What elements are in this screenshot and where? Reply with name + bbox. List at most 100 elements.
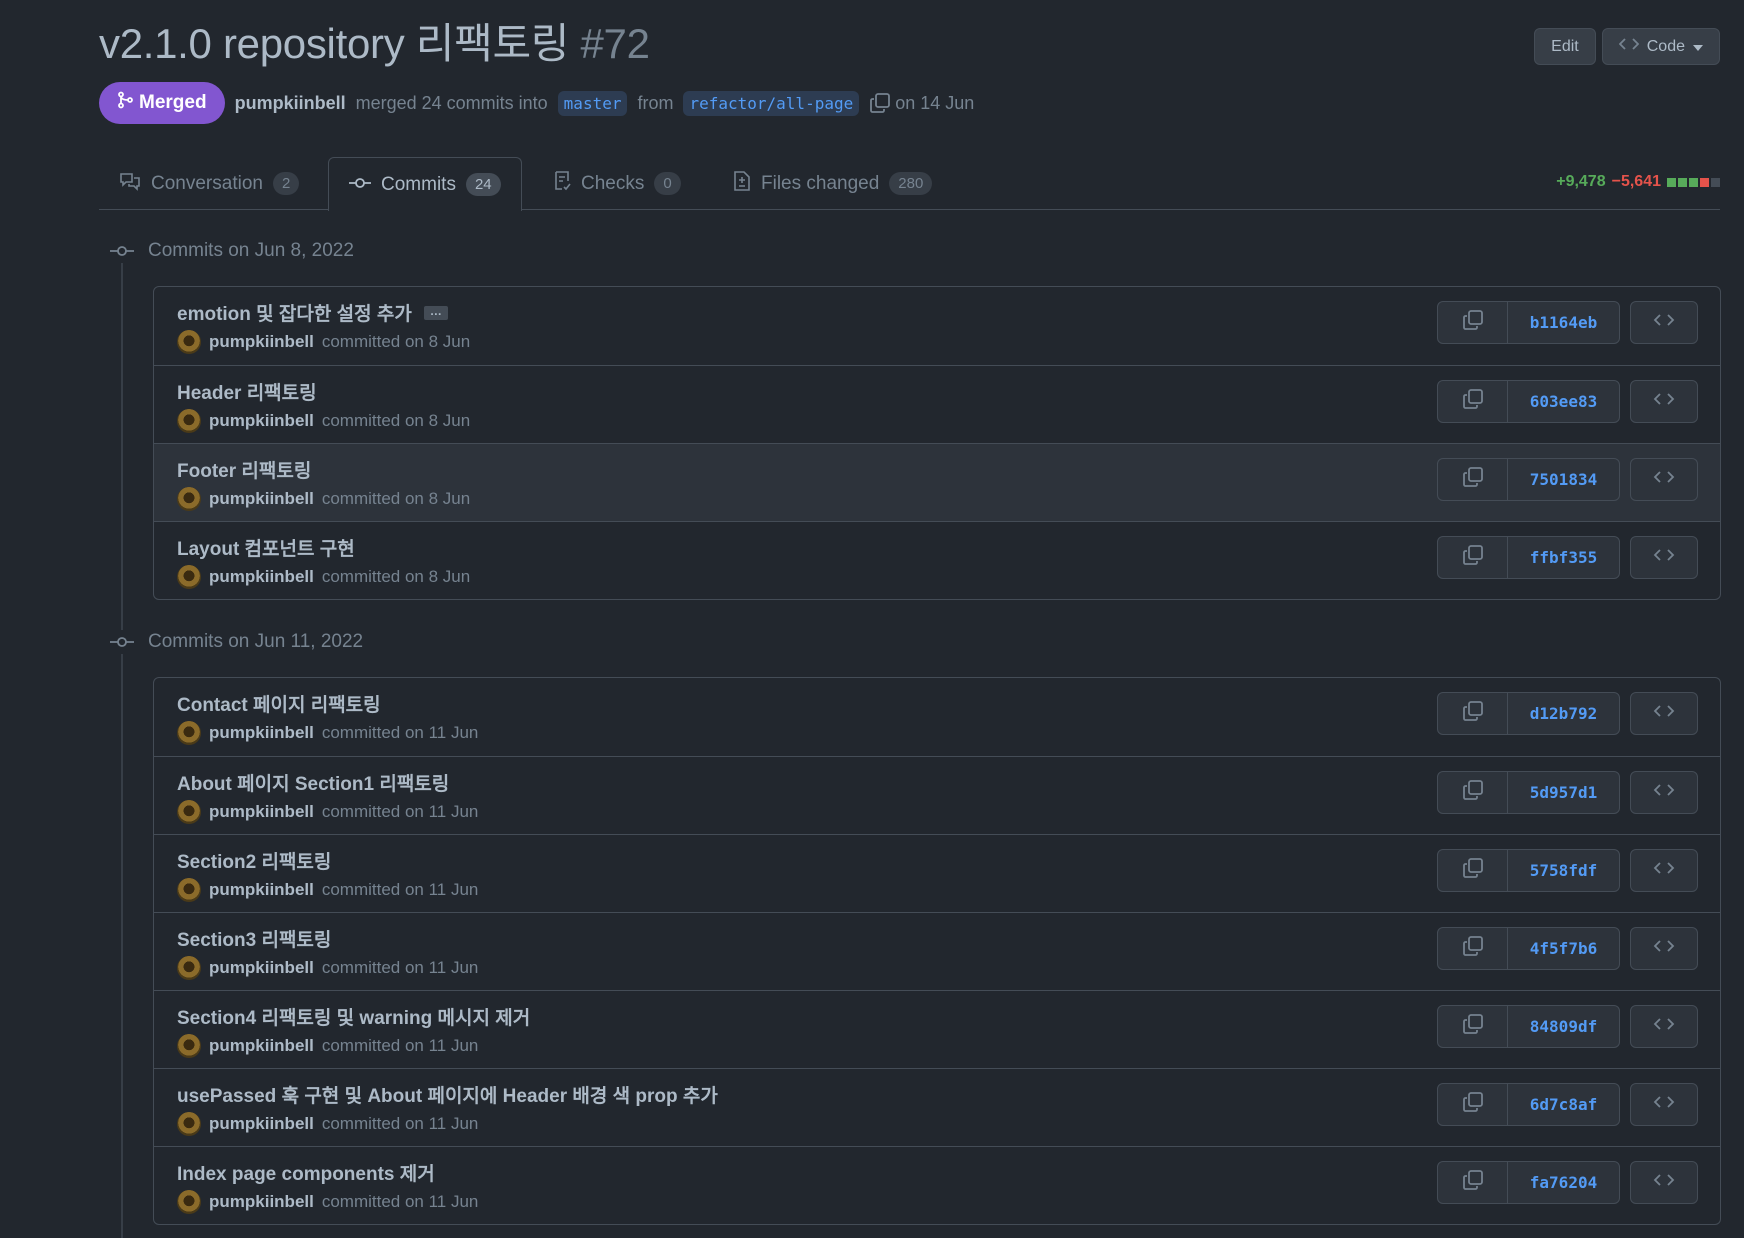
copy-branch-icon[interactable] <box>869 92 891 114</box>
commit-sha-link[interactable]: 4f5f7b6 <box>1508 928 1619 969</box>
copy-sha-button[interactable] <box>1438 928 1508 969</box>
tab-conversation-count: 2 <box>272 172 300 195</box>
commit-message-link[interactable]: Section3 리팩토링 <box>177 925 331 952</box>
browse-repo-button[interactable] <box>1630 849 1698 892</box>
commit-message: Layout 컴포넌트 구현 <box>177 534 355 561</box>
copy-icon <box>1462 544 1484 571</box>
commit-sha-link[interactable]: 6d7c8af <box>1508 1084 1619 1125</box>
commit-message-link[interactable]: Footer 리팩토링 <box>177 456 311 483</box>
commit-sha-link[interactable]: 84809df <box>1508 1006 1619 1047</box>
commit-message-link[interactable]: About 페이지 Section1 리팩토링 <box>177 769 449 796</box>
commit-message-link[interactable]: Contact 페이지 리팩토링 <box>177 690 381 717</box>
avatar[interactable] <box>177 956 201 980</box>
commit-message-link[interactable]: usePassed 훅 구현 및 About 페이지에 Header 배경 색 … <box>177 1081 718 1108</box>
code-button[interactable]: Code <box>1601 28 1720 65</box>
copy-sha-button[interactable] <box>1438 772 1508 813</box>
copy-icon <box>1462 1091 1484 1118</box>
avatar[interactable] <box>177 1112 201 1136</box>
tab-commits[interactable]: Commits 24 <box>328 157 522 211</box>
code-icon <box>1653 860 1675 881</box>
browse-repo-button[interactable] <box>1630 1005 1698 1048</box>
commit-sha-link[interactable]: fa76204 <box>1508 1162 1619 1203</box>
commit-date: committed on 11 Jun <box>321 1192 479 1211</box>
commit-actions: 5d957d1 <box>1437 771 1698 814</box>
copy-sha-button[interactable] <box>1438 302 1508 343</box>
copy-sha-button[interactable] <box>1438 537 1508 578</box>
commit-sha-link[interactable]: 5d957d1 <box>1508 772 1619 813</box>
avatar[interactable] <box>177 721 201 745</box>
code-icon <box>1653 547 1675 568</box>
browse-repo-button[interactable] <box>1630 301 1698 344</box>
commit-author[interactable]: pumpkiinbell <box>209 489 314 509</box>
commit-message-link[interactable]: Index page components 제거 <box>177 1159 435 1186</box>
code-icon <box>1653 938 1675 959</box>
tab-files-changed[interactable]: Files changed 280 <box>713 157 952 210</box>
tab-conversation[interactable]: Conversation 2 <box>99 157 319 210</box>
copy-sha-button[interactable] <box>1438 1162 1508 1203</box>
tab-checks[interactable]: Checks 0 <box>533 157 701 210</box>
commit-author[interactable]: pumpkiinbell <box>209 1036 314 1056</box>
avatar[interactable] <box>177 487 201 511</box>
commit-author[interactable]: pumpkiinbell <box>209 723 314 743</box>
pr-author[interactable]: pumpkiinbell <box>235 93 346 114</box>
browse-repo-button[interactable] <box>1630 1161 1698 1204</box>
merged-text: merged 24 commits into <box>355 92 548 113</box>
commit-sha-link[interactable]: 603ee83 <box>1508 381 1619 422</box>
commit-message-link[interactable]: Layout 컴포넌트 구현 <box>177 534 355 561</box>
commit-sha-link[interactable]: ffbf355 <box>1508 537 1619 578</box>
commit-row: Section2 리팩토링 pumpkiinbell committed on 11… <box>154 834 1720 912</box>
avatar[interactable] <box>177 878 201 902</box>
additions-count: +9,478 <box>1556 173 1606 190</box>
copy-sha-button[interactable] <box>1438 693 1508 734</box>
pr-meta: Merged pumpkiinbell merged 24 commits in… <box>99 82 974 124</box>
commit-author[interactable]: pumpkiinbell <box>209 880 314 900</box>
commit-message-link[interactable]: Section4 리팩토링 및 warning 메시지 제거 <box>177 1003 530 1030</box>
commit-author[interactable]: pumpkiinbell <box>209 332 314 352</box>
browse-repo-button[interactable] <box>1630 771 1698 814</box>
commit-sha-link[interactable]: b1164eb <box>1508 302 1619 343</box>
commit-message: Index page components 제거 <box>177 1159 435 1186</box>
copy-sha-button[interactable] <box>1438 850 1508 891</box>
base-branch[interactable]: master <box>557 90 628 116</box>
head-branch[interactable]: refactor/all-page <box>683 90 860 116</box>
browse-repo-button[interactable] <box>1630 536 1698 579</box>
sha-button-group: fa76204 <box>1437 1161 1620 1204</box>
commit-author[interactable]: pumpkiinbell <box>209 802 314 822</box>
avatar[interactable] <box>177 565 201 589</box>
commit-message-link[interactable]: Section2 리팩토링 <box>177 847 331 874</box>
code-icon <box>1653 1172 1675 1193</box>
commit-sha-link[interactable]: d12b792 <box>1508 693 1619 734</box>
copy-sha-button[interactable] <box>1438 381 1508 422</box>
commit-author[interactable]: pumpkiinbell <box>209 958 314 978</box>
avatar[interactable] <box>177 800 201 824</box>
commit-message-link[interactable]: Header 리팩토링 <box>177 378 317 405</box>
commit-message-link[interactable]: emotion 및 잡다한 설정 추가 <box>177 299 412 326</box>
copy-sha-button[interactable] <box>1438 1006 1508 1047</box>
commit-author[interactable]: pumpkiinbell <box>209 411 314 431</box>
sha-button-group: 7501834 <box>1437 458 1620 501</box>
copy-sha-button[interactable] <box>1438 1084 1508 1125</box>
commit-actions: 84809df <box>1437 1005 1698 1048</box>
browse-repo-button[interactable] <box>1630 692 1698 735</box>
browse-repo-button[interactable] <box>1630 1083 1698 1126</box>
checklist-icon <box>553 170 571 198</box>
avatar[interactable] <box>177 1034 201 1058</box>
copy-icon <box>1462 309 1484 336</box>
commit-sha-link[interactable]: 7501834 <box>1508 459 1619 500</box>
browse-repo-button[interactable] <box>1630 458 1698 501</box>
browse-repo-button[interactable] <box>1630 380 1698 423</box>
commit-date: committed on 11 Jun <box>321 880 479 899</box>
copy-sha-button[interactable] <box>1438 459 1508 500</box>
browse-repo-button[interactable] <box>1630 927 1698 970</box>
commit-author[interactable]: pumpkiinbell <box>209 567 314 587</box>
edit-button[interactable]: Edit <box>1534 28 1596 65</box>
commit-sha-link[interactable]: 5758fdf <box>1508 850 1619 891</box>
commit-author[interactable]: pumpkiinbell <box>209 1114 314 1134</box>
commit-message: emotion 및 잡다한 설정 추가 … <box>177 299 448 326</box>
avatar[interactable] <box>177 330 201 354</box>
avatar[interactable] <box>177 409 201 433</box>
expand-message-button[interactable]: … <box>423 305 448 320</box>
commit-author[interactable]: pumpkiinbell <box>209 1192 314 1212</box>
diffstat-block <box>1689 177 1698 187</box>
avatar[interactable] <box>177 1190 201 1214</box>
